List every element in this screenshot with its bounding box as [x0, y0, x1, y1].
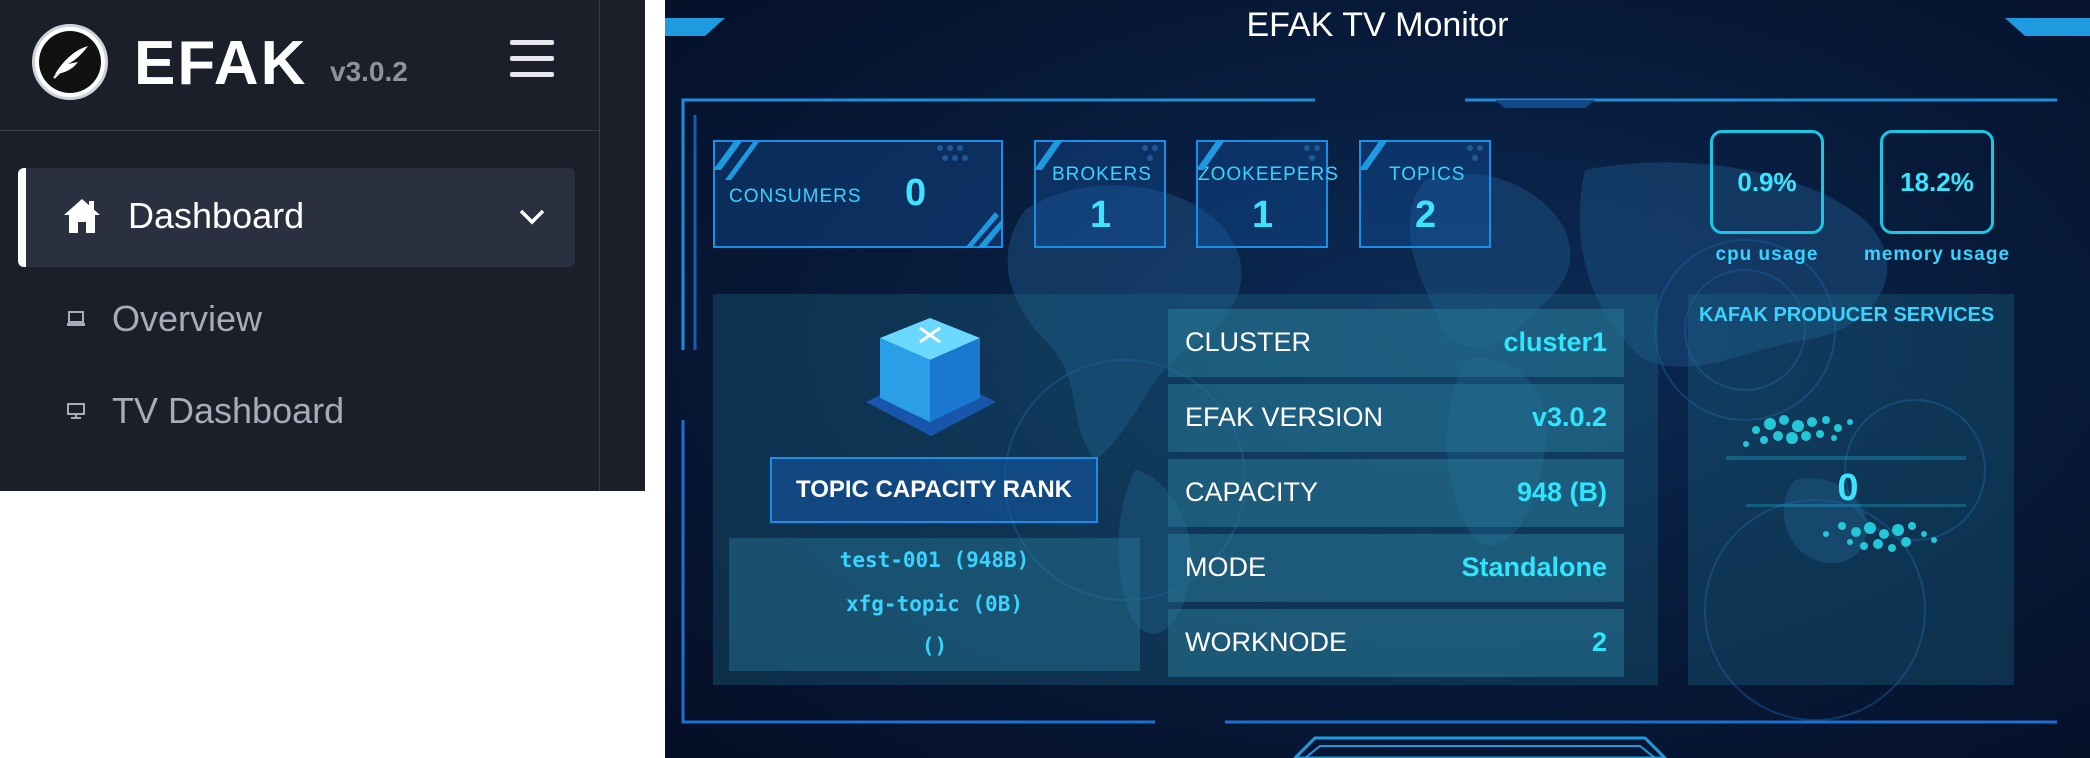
info-key: EFAK VERSION	[1185, 402, 1384, 432]
monitor-icon	[66, 401, 86, 425]
sidebar-divider	[599, 0, 600, 491]
topic-capacity-rank-title: TOPIC CAPACITY RANK	[770, 457, 1098, 523]
memory-usage-gauge: 18.2%	[1880, 130, 1994, 234]
sidebar-item-label: Dashboard	[128, 195, 305, 236]
brand-version: v3.0.2	[330, 56, 408, 87]
chevron-down-icon	[518, 208, 546, 230]
sidebar-item-tv-dashboard[interactable]: TV Dashboard	[0, 377, 599, 447]
menu-toggle-icon[interactable]	[510, 40, 554, 78]
list-item: xfg-topic (0B)	[845, 592, 1023, 616]
list-item: test-001 (948B)	[839, 548, 1030, 572]
info-value: 948 (B)	[1516, 477, 1607, 507]
info-row-mode: MODE Standalone	[1168, 534, 1624, 602]
efak-logo[interactable]	[32, 24, 108, 100]
brand-header: EFAK v3.0.2	[0, 0, 599, 131]
info-key: WORKNODE	[1185, 627, 1347, 657]
sidebar: EFAK v3.0.2 Dashboard Overview TV Dashbo…	[0, 0, 645, 491]
info-key: MODE	[1185, 552, 1266, 582]
active-indicator	[18, 168, 26, 267]
info-row-capacity: CAPACITY 948 (B)	[1168, 459, 1624, 527]
sidebar-item-overview[interactable]: Overview	[0, 285, 599, 355]
sidebar-item-label: Overview	[112, 298, 263, 339]
info-key: CLUSTER	[1185, 327, 1312, 357]
list-item: ()	[921, 634, 948, 658]
cpu-usage-gauge: 0.9%	[1710, 130, 1824, 234]
memory-usage-label: memory usage	[1863, 244, 2011, 265]
laptop-icon	[66, 309, 86, 333]
brand-name: EFAK	[134, 29, 308, 98]
home-icon	[62, 196, 102, 240]
info-row-worknode: WORKNODE 2	[1168, 609, 1624, 677]
info-value: cluster1	[1503, 327, 1607, 357]
sidebar-item-dashboard[interactable]: Dashboard	[18, 168, 575, 267]
info-value: Standalone	[1461, 552, 1607, 582]
producer-services-title: KAFAK PRODUCER SERVICES	[1699, 304, 1995, 326]
info-value: v3.0.2	[1531, 402, 1607, 432]
info-row-efak-version: EFAK VERSION v3.0.2	[1168, 384, 1624, 452]
topic-cube-icon	[866, 318, 996, 436]
info-value: 2	[1591, 627, 1607, 657]
cpu-usage-label: cpu usage	[1715, 244, 1819, 265]
sidebar-item-label: TV Dashboard	[112, 390, 345, 431]
info-key: CAPACITY	[1185, 477, 1319, 507]
info-row-cluster: CLUSTER cluster1	[1168, 309, 1624, 377]
feather-icon	[39, 31, 101, 93]
producer-services-value: 0	[1837, 467, 1859, 509]
topic-capacity-rank-list: test-001 (948B) xfg-topic (0B) ()	[729, 538, 1140, 671]
